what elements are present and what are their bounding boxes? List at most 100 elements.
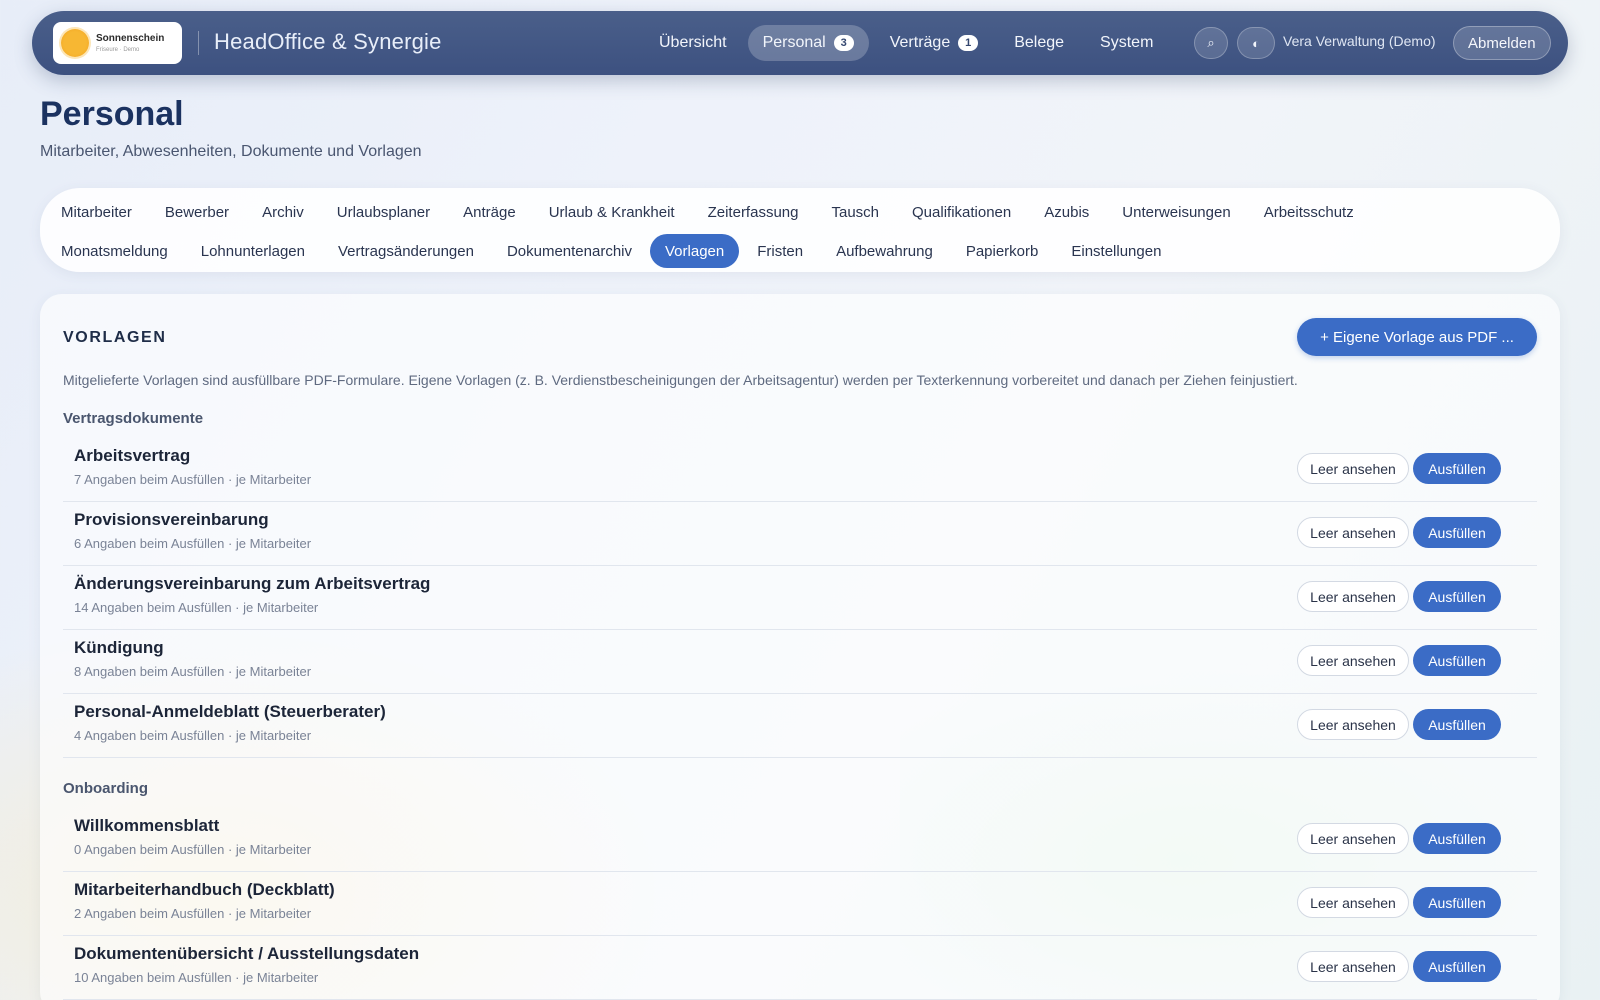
search-icon: ⌕ [1207,35,1215,50]
template-meta: 7 Angaben beim Ausfüllen · je Mitarbeite… [74,472,312,487]
nav-item-vertraege[interactable]: Verträge 1 [875,25,993,61]
nav-item-label: Übersicht [659,34,727,51]
template-meta: 0 Angaben beim Ausfüllen · je Mitarbeite… [74,842,312,857]
fill-button[interactable]: Ausfüllen [1413,517,1501,548]
view-empty-button[interactable]: Leer ansehen [1297,453,1409,484]
add-own-template-button[interactable]: + Eigene Vorlage aus PDF ... [1297,318,1537,356]
view-empty-button[interactable]: Leer ansehen [1297,517,1409,548]
search-button[interactable]: ⌕ [1194,27,1228,59]
tab-fristen[interactable]: Fristen [742,234,818,268]
tab-lohnunterlagen[interactable]: Lohnunterlagen [186,234,320,268]
template-meta: 4 Angaben beim Ausfüllen · je Mitarbeite… [74,728,312,743]
nav-item-label: Personal [762,34,826,51]
template-row: Provisionsvereinbarung 6 Angaben beim Aus… [63,502,1537,566]
view-empty-button[interactable]: Leer ansehen [1297,823,1409,854]
template-meta: 6 Angaben beim Ausfüllen · je Mitarbeite… [74,536,312,551]
fill-button[interactable]: Ausfüllen [1413,581,1501,612]
template-row: Willkommensblatt 0 Angaben beim Ausfüllen… [63,808,1537,872]
subnav-tabs: Mitarbeiter Bewerber Archiv Urlaubsplaner An… [40,188,1560,272]
tab-row-2: Monatsmeldung Lohnunterlagen Vertragsänder… [46,234,1176,268]
tab-qualifikationen[interactable]: Qualifikationen [897,195,1026,229]
template-row: Mitarbeiterhandbuch (Deckblatt) 2 Angaben… [63,872,1537,936]
group-label-onboarding: Onboarding [63,780,148,797]
tab-azubis[interactable]: Azubis [1029,195,1104,229]
tab-vertragsänderungen[interactable]: Vertragsänderungen [323,234,489,268]
tab-anträge[interactable]: Anträge [448,195,531,229]
template-row: Personal-Anmeldeblatt (Steuerberater) 4 A… [63,694,1537,758]
template-row: Arbeitsvertrag 7 Angaben beim Ausfüllen ·… [63,438,1537,502]
tab-urlaubsplaner[interactable]: Urlaubsplaner [322,195,445,229]
template-title: Änderungsvereinbarung zum Arbeitsvertrag [74,574,431,593]
app-title: HeadOffice & Synergie [214,29,442,54]
nav-item-label: Verträge [889,34,951,51]
tab-unterweisungen[interactable]: Unterweisungen [1107,195,1245,229]
logo-name: Sonnenschein [96,32,165,44]
fill-button[interactable]: Ausfüllen [1413,709,1501,740]
intro-text: Mitgelieferte Vorlagen sind ausfüllbare … [63,372,1298,388]
logout-button[interactable]: Abmelden [1453,26,1551,60]
view-empty-button[interactable]: Leer ansehen [1297,951,1409,982]
count-badge: 1 [958,35,979,51]
logo-subtitle: Friseure · Demo [96,46,140,53]
theme-contrast-icon: ◐ [1252,35,1260,51]
template-row: Kündigung 8 Angaben beim Ausfüllen · je M… [63,630,1537,694]
tab-mitarbeiter[interactable]: Mitarbeiter [46,195,147,229]
company-logo[interactable]: Sonnenschein Friseure · Demo [53,22,182,64]
tab-einstellungen[interactable]: Einstellungen [1056,234,1176,268]
template-title: Mitarbeiterhandbuch (Deckblatt) [74,880,335,899]
view-empty-button[interactable]: Leer ansehen [1297,887,1409,918]
page-subtitle: Mitarbeiter, Abwesenheiten, Dokumente un… [40,143,422,160]
view-empty-button[interactable]: Leer ansehen [1297,645,1409,676]
tab-row-1: Mitarbeiter Bewerber Archiv Urlaubsplaner An… [46,195,1369,229]
tab-monatsmeldung[interactable]: Monatsmeldung [46,234,183,268]
tab-dokumentenarchiv[interactable]: Dokumentenarchiv [492,234,647,268]
nav-item-personal[interactable]: Personal 3 [747,25,869,61]
top-navigation-bar: Sonnenschein Friseure · Demo HeadOffice … [32,11,1568,75]
fill-button[interactable]: Ausfüllen [1413,453,1501,484]
tab-tausch[interactable]: Tausch [816,195,894,229]
current-user: Vera Verwaltung (Demo) [1283,33,1436,49]
nav-item-uebersicht[interactable]: Übersicht [644,25,742,61]
templates-card: VORLAGEN + Eigene Vorlage aus PDF ... Mi… [40,294,1560,1000]
template-title: Arbeitsvertrag [74,446,191,465]
nav-item-label: Belege [1014,34,1065,51]
fill-button[interactable]: Ausfüllen [1413,645,1501,676]
template-meta: 8 Angaben beim Ausfüllen · je Mitarbeite… [74,664,312,679]
tab-aufbewahrung[interactable]: Aufbewahrung [821,234,948,268]
template-title: Provisionsvereinbarung [74,510,269,529]
tab-vorlagen[interactable]: Vorlagen [650,234,740,268]
tab-urlaub-krankheit[interactable]: Urlaub & Krankheit [534,195,690,229]
fill-button[interactable]: Ausfüllen [1413,887,1501,918]
template-title: Dokumentenübersicht / Ausstellungsdaten [74,944,420,963]
template-title: Personal-Anmeldeblatt (Steuerberater) [74,702,386,721]
view-empty-button[interactable]: Leer ansehen [1297,581,1409,612]
tab-zeiterfassung[interactable]: Zeiterfassung [693,195,814,229]
nav-item-label: System [1100,34,1154,51]
tab-bewerber[interactable]: Bewerber [150,195,244,229]
template-list-onboarding: Willkommensblatt 0 Angaben beim Ausfüllen… [63,808,1537,1000]
section-title: VORLAGEN [63,329,167,346]
view-empty-button[interactable]: Leer ansehen [1297,709,1409,740]
template-meta: 10 Angaben beim Ausfüllen · je Mitarbeit… [74,970,319,985]
nav-item-system[interactable]: System [1085,25,1168,61]
template-title: Willkommensblatt [74,816,220,835]
brand-divider [198,31,199,55]
tab-arbeitsschutz[interactable]: Arbeitsschutz [1249,195,1369,229]
fill-button[interactable]: Ausfüllen [1413,951,1501,982]
group-label-vertragsdokumente: Vertragsdokumente [63,410,204,427]
template-title: Kündigung [74,638,164,657]
tab-archiv[interactable]: Archiv [247,195,319,229]
count-badge: 3 [833,35,854,51]
fill-button[interactable]: Ausfüllen [1413,823,1501,854]
template-list-vertragsdokumente: Arbeitsvertrag 7 Angaben beim Ausfüllen ·… [63,438,1537,758]
page-title: Personal [40,95,184,133]
template-row: Änderungsvereinbarung zum Arbeitsvertrag… [63,566,1537,630]
main-nav: Übersicht Personal 3 Verträge 1 Belege S… [644,25,1168,61]
template-meta: 14 Angaben beim Ausfüllen · je Mitarbeit… [74,600,319,615]
template-row: Dokumentenübersicht / Ausstellungsdaten 1… [63,936,1537,1000]
tab-papierkorb[interactable]: Papierkorb [951,234,1054,268]
sun-logo-icon [61,29,89,57]
template-meta: 2 Angaben beim Ausfüllen · je Mitarbeite… [74,906,312,921]
theme-toggle-button[interactable]: ◐ [1237,27,1275,59]
nav-item-belege[interactable]: Belege [999,25,1079,61]
